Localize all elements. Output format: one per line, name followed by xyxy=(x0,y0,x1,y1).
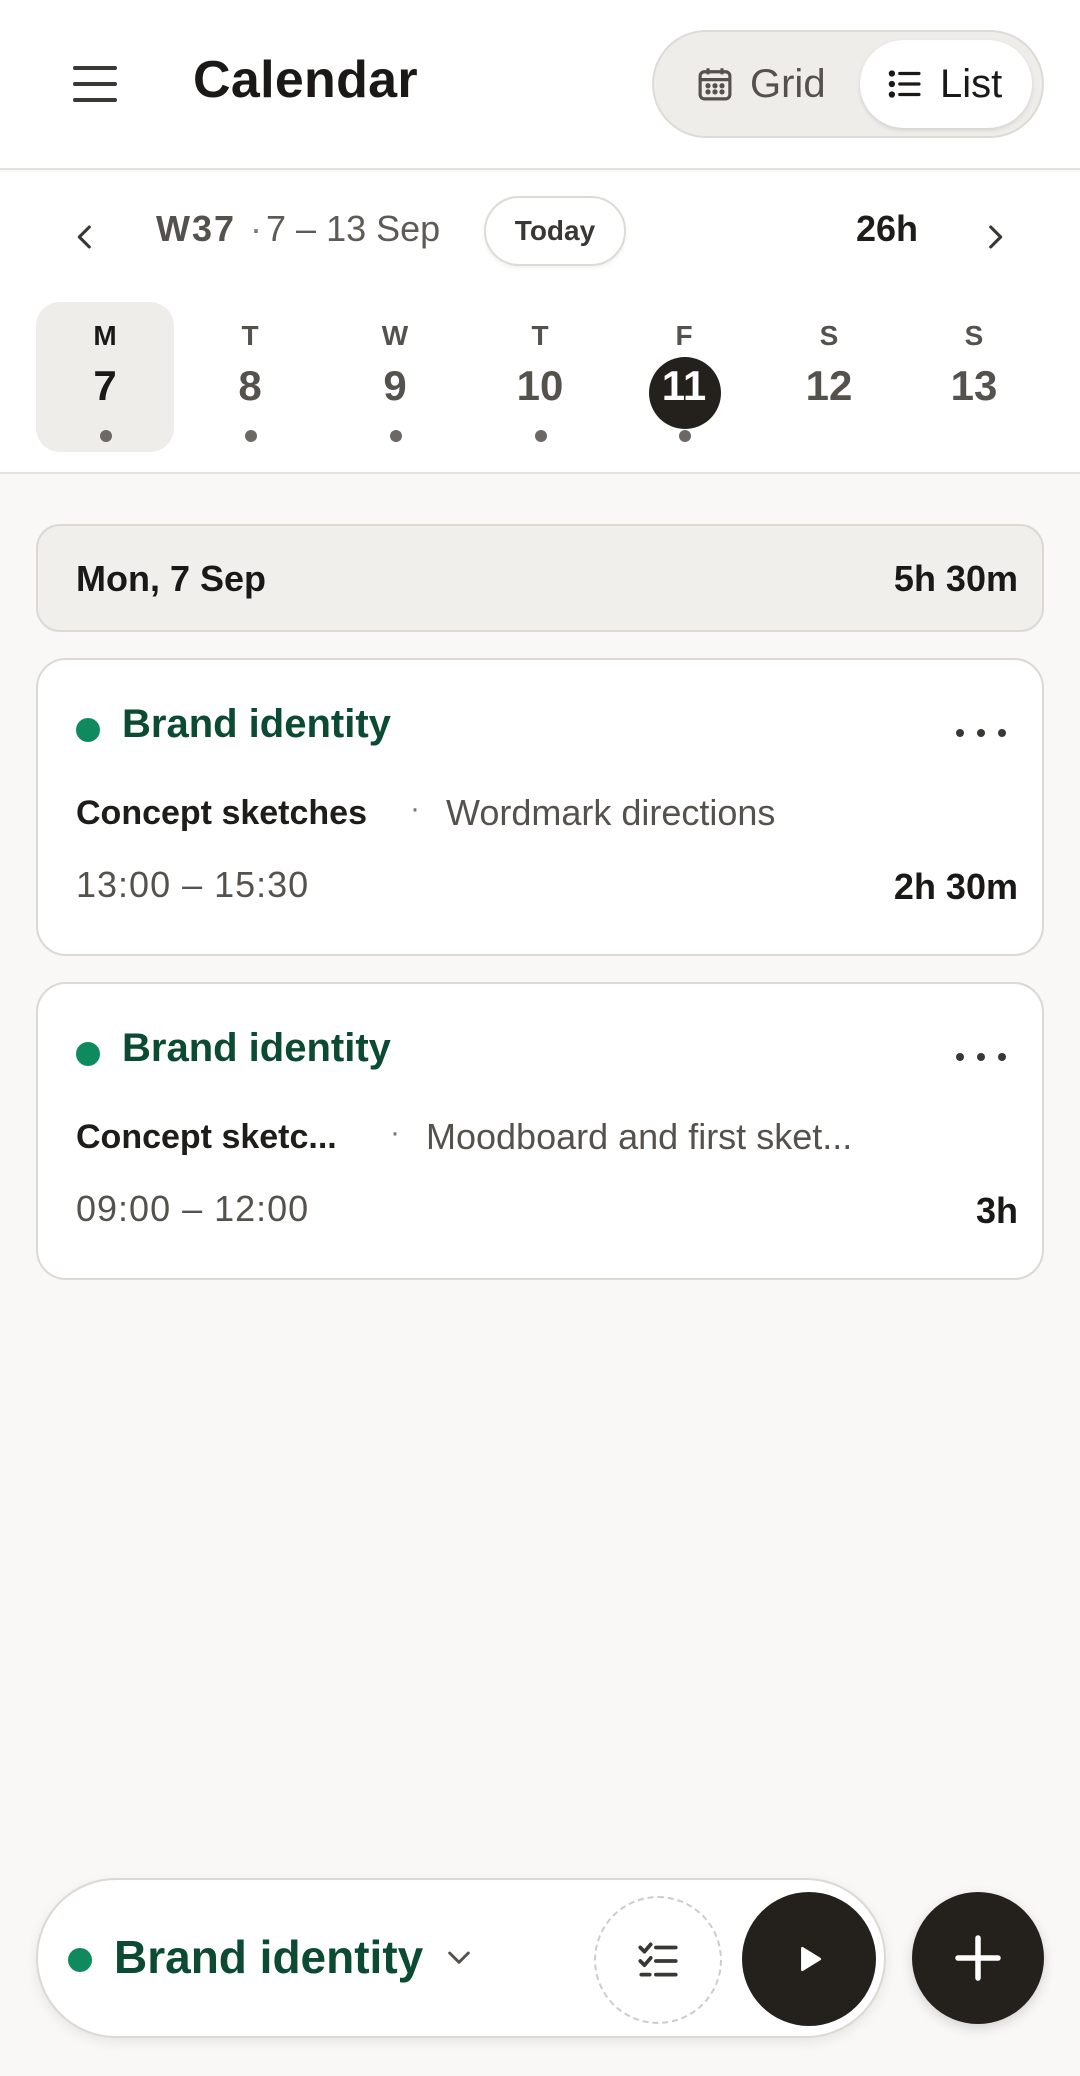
day-number: 13 xyxy=(950,362,998,409)
page-title: Calendar xyxy=(193,51,418,109)
day-cell-today[interactable]: F 11 xyxy=(615,302,753,452)
day-cell[interactable]: T 8 xyxy=(181,302,319,452)
chevron-right-icon[interactable] xyxy=(970,212,1020,262)
entry-duration: 2h 30m xyxy=(893,866,1018,907)
project-color-dot xyxy=(76,1042,100,1066)
list-view-button[interactable]: List xyxy=(860,40,1032,128)
day-letter: T xyxy=(241,320,259,351)
entry-indicator xyxy=(679,430,691,442)
day-cell[interactable]: M 7 xyxy=(36,302,174,452)
grid-view-button[interactable]: Grid xyxy=(666,40,846,128)
chevron-left-icon[interactable] xyxy=(60,212,110,262)
day-number: 8 xyxy=(238,362,262,409)
day-number: 12 xyxy=(805,362,853,409)
day-cell[interactable]: W 9 xyxy=(326,302,464,452)
project-color-dot xyxy=(68,1948,92,1972)
entry-task: Concept sketc... xyxy=(76,1118,337,1156)
menu-icon[interactable] xyxy=(70,58,122,110)
top-app-bar: Calendar Grid List xyxy=(0,0,1080,170)
entry-indicator xyxy=(245,430,257,442)
entry-time-range: 09:00 – 12:00 xyxy=(76,1188,310,1229)
project-color-dot xyxy=(76,718,100,742)
separator-dot: · xyxy=(390,1116,400,1149)
entry-indicator xyxy=(535,430,547,442)
play-icon[interactable] xyxy=(742,1892,876,2026)
tracker-project-name: Brand identity xyxy=(114,1931,424,1983)
day-number: 10 xyxy=(516,362,564,409)
day-number: 9 xyxy=(383,362,407,409)
day-letter: M xyxy=(93,320,117,351)
entry-indicator xyxy=(100,430,112,442)
day-cell[interactable]: T 10 xyxy=(471,302,609,452)
time-entry-card[interactable]: Brand identity Concept sketc... · Moodbo… xyxy=(36,982,1044,1280)
day-number: 7 xyxy=(93,362,117,409)
more-icon[interactable] xyxy=(956,1042,1006,1072)
project-selector[interactable]: Brand identity xyxy=(114,1930,475,1984)
today-button[interactable]: Today xyxy=(484,196,626,266)
week-navigator: W37 · 7 – 13 Sep Today 26h M 7 T 8 W 9 T 1… xyxy=(0,172,1080,474)
grid-view-label: Grid xyxy=(750,61,826,106)
day-summary-total: 5h 30m xyxy=(893,558,1018,599)
day-letter: T xyxy=(531,320,549,351)
day-summary-date: Mon, 7 Sep xyxy=(76,558,267,599)
plus-icon[interactable] xyxy=(912,1892,1044,2024)
checklist-icon[interactable] xyxy=(594,1896,722,2024)
list-icon xyxy=(888,70,921,98)
week-label: W37 · 7 – 13 Sep xyxy=(156,208,441,249)
day-number: 11 xyxy=(661,362,707,409)
entry-description: Moodboard and first sket... xyxy=(426,1116,853,1157)
list-view-label: List xyxy=(940,61,1003,106)
view-toggle: Grid List xyxy=(652,30,1044,138)
day-cell[interactable]: S 12 xyxy=(760,302,898,452)
week-total: 26h xyxy=(856,208,919,249)
entry-duration: 3h xyxy=(975,1190,1018,1231)
entry-time-range: 13:00 – 15:30 xyxy=(76,864,310,905)
week-days: M 7 T 8 W 9 T 10 F 11 S 12 S 13 xyxy=(36,302,1044,452)
entry-indicator xyxy=(390,430,402,442)
day-cell[interactable]: S 13 xyxy=(905,302,1043,452)
week-number: W37 xyxy=(156,208,237,249)
entry-description: Wordmark directions xyxy=(446,792,776,833)
more-icon[interactable] xyxy=(956,718,1006,748)
entry-project-name: Brand identity xyxy=(122,1026,391,1070)
separator-dot: · xyxy=(410,792,420,825)
entry-task: Concept sketches xyxy=(76,794,367,832)
time-entry-card[interactable]: Brand identity Concept sketches · Wordma… xyxy=(36,658,1044,956)
day-letter: S xyxy=(964,320,984,351)
day-letter: S xyxy=(819,320,839,351)
chevron-down-icon xyxy=(448,1951,471,1964)
day-letter: W xyxy=(381,320,409,351)
timer-bar: Brand identity xyxy=(36,1878,886,2038)
day-letter: F xyxy=(675,320,693,351)
entry-project-name: Brand identity xyxy=(122,702,391,746)
calendar-icon xyxy=(698,68,732,101)
week-range: 7 – 13 Sep xyxy=(266,208,441,249)
day-summary: Mon, 7 Sep 5h 30m xyxy=(36,524,1044,632)
